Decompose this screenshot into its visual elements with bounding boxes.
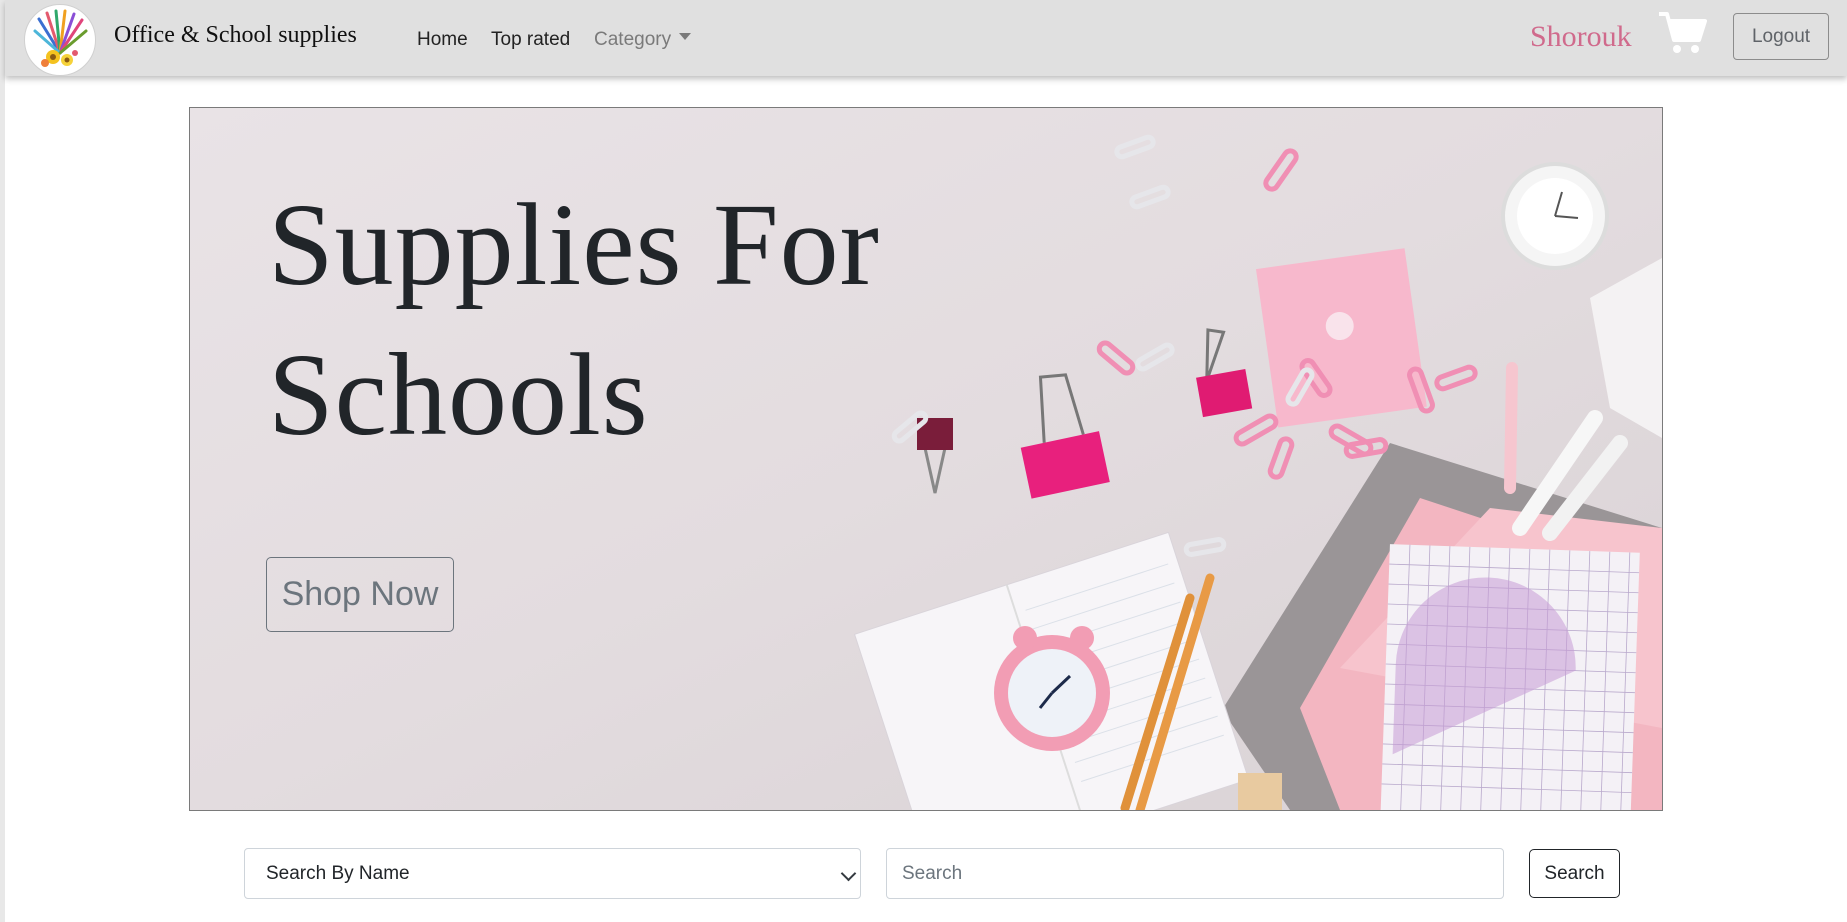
nav-category-label: Category xyxy=(594,29,672,50)
shopping-cart-icon[interactable] xyxy=(1657,10,1707,56)
navbar: Office & School supplies Home Top rated … xyxy=(5,0,1847,76)
site-logo[interactable] xyxy=(24,4,96,76)
search-filter-selected: Search By Name xyxy=(266,863,410,884)
user-name: Shorouk xyxy=(1530,20,1632,53)
search-filter-select[interactable]: Search By Name xyxy=(244,848,861,899)
logout-button[interactable]: Logout xyxy=(1733,13,1829,60)
search-input[interactable] xyxy=(886,848,1504,899)
nav-category-dropdown[interactable]: Category xyxy=(594,29,692,51)
chevron-down-icon xyxy=(840,865,857,882)
nav-top-rated[interactable]: Top rated xyxy=(491,29,570,51)
hero-banner: Supplies For Schools Shop Now xyxy=(189,107,1663,811)
search-button[interactable]: Search xyxy=(1529,849,1620,898)
shop-now-button[interactable]: Shop Now xyxy=(266,557,454,632)
window-edge xyxy=(0,0,5,922)
hero-title: Supplies For Schools xyxy=(268,179,880,460)
nav-home[interactable]: Home xyxy=(417,29,468,51)
site-brand[interactable]: Office & School supplies xyxy=(114,22,357,49)
chevron-down-icon xyxy=(679,33,692,41)
